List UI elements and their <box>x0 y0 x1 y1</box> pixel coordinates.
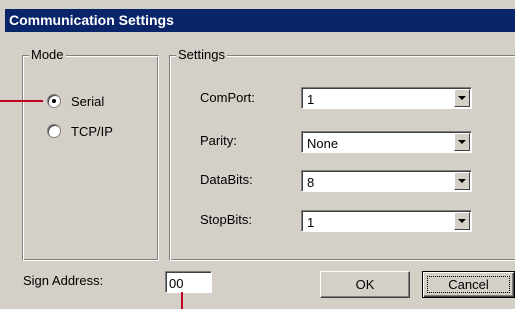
stopbits-select[interactable]: 1 <box>301 210 472 232</box>
stopbits-label: StopBits: <box>200 212 253 227</box>
sign-address-callout-line <box>181 292 183 309</box>
sign-address-label: Sign Address: <box>23 273 104 288</box>
radio-serial[interactable]: Serial <box>47 92 104 110</box>
comport-value: 1 <box>307 92 315 107</box>
settings-group-label: Settings <box>176 47 227 62</box>
title-bar[interactable]: Communication Settings <box>5 9 515 32</box>
tcpip-radio-label: TCP/IP <box>71 123 113 139</box>
chevron-down-icon[interactable] <box>454 133 470 151</box>
parity-select[interactable]: None <box>301 131 472 153</box>
communication-settings-dialog: Communication Settings Mode Serial TCP/I… <box>0 0 515 309</box>
chevron-down-icon[interactable] <box>454 89 470 107</box>
radio-tcpip[interactable]: TCP/IP <box>47 122 113 140</box>
sign-address-value: 00 <box>169 276 184 291</box>
comport-select[interactable]: 1 <box>301 87 472 109</box>
window-title: Communication Settings <box>9 12 174 28</box>
focus-indicator <box>427 276 510 293</box>
comport-label: ComPort: <box>200 90 255 105</box>
serial-radio-label: Serial <box>71 93 105 109</box>
mode-group-label: Mode <box>29 47 66 62</box>
databits-label: DataBits: <box>200 172 253 187</box>
ok-button-label: OK <box>355 277 375 292</box>
databits-value: 8 <box>307 175 315 190</box>
parity-label: Parity: <box>200 133 237 148</box>
chevron-down-icon[interactable] <box>454 172 470 190</box>
mode-group: Mode <box>22 47 159 261</box>
stopbits-value: 1 <box>307 215 315 230</box>
serial-callout-line <box>0 100 43 102</box>
ok-button[interactable]: OK <box>320 271 410 298</box>
tcpip-radio-button[interactable] <box>47 124 61 138</box>
databits-select[interactable]: 8 <box>301 170 472 192</box>
cancel-button[interactable]: Cancel <box>422 271 515 298</box>
sign-address-input[interactable]: 00 <box>165 271 212 293</box>
chevron-down-icon[interactable] <box>454 212 470 230</box>
serial-radio-button[interactable] <box>47 94 61 108</box>
parity-value: None <box>307 136 339 151</box>
